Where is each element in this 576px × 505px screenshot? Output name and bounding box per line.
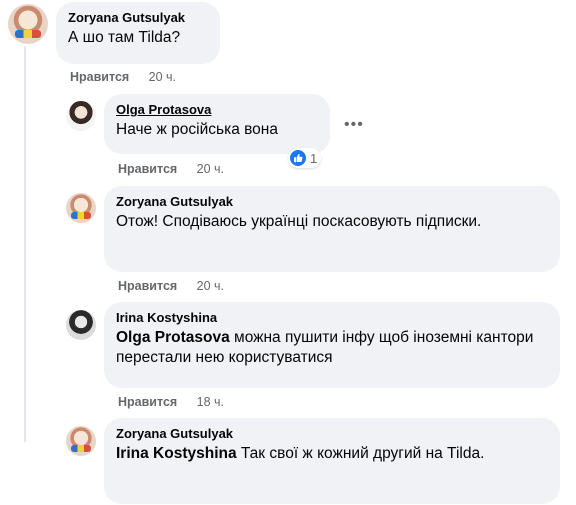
- avatar[interactable]: [66, 193, 96, 223]
- like-button[interactable]: Нравится: [70, 70, 129, 84]
- like-button[interactable]: Нравится: [118, 162, 177, 176]
- reaction-count: 1: [310, 150, 318, 166]
- comment-author[interactable]: Zoryana Gutsulyak: [68, 10, 208, 26]
- avatar[interactable]: [66, 426, 96, 456]
- comment-text: Olga Protasova можна пушити інфу щоб іно…: [116, 328, 556, 368]
- like-button[interactable]: Нравится: [118, 395, 177, 409]
- comment-bubble: Zoryana Gutsulyak Отож! Сподіваюсь украї…: [104, 186, 560, 272]
- comment-text: Наче ж російська вона: [116, 121, 278, 138]
- comment-bubble: Olga Protasova Наче ж російська вона: [104, 94, 330, 154]
- comment-author[interactable]: Zoryana Gutsulyak: [116, 194, 548, 210]
- comment-body: Так свої ж кожний другий на Tilda.: [240, 445, 485, 462]
- comment-text: Irina Kostyshina Так свої ж кожний други…: [116, 444, 526, 464]
- comment-text: Отож! Сподіваюсь українці поскасовують п…: [116, 213, 482, 230]
- comment-author[interactable]: Irina Kostyshina: [116, 310, 548, 326]
- comment-bubble: Zoryana Gutsulyak А шо там Tilda?: [56, 2, 220, 64]
- comment-bubble: Zoryana Gutsulyak Irina Kostyshina Так с…: [104, 418, 560, 504]
- avatar[interactable]: [66, 101, 96, 131]
- comment-actions: Нравится 20 ч.: [70, 69, 176, 85]
- avatar[interactable]: [66, 310, 96, 340]
- like-reaction-icon: [290, 150, 306, 166]
- comment-author[interactable]: Olga Protasova: [116, 102, 318, 118]
- comment-bubble: Irina Kostyshina Olga Protasova можна пу…: [104, 302, 560, 388]
- comment-timestamp[interactable]: 20 ч.: [149, 70, 176, 84]
- comment-timestamp[interactable]: 18 ч.: [197, 395, 224, 409]
- mention-link[interactable]: Irina Kostyshina: [116, 445, 237, 462]
- comment-actions: Нравится 20 ч.: [118, 161, 224, 177]
- avatar[interactable]: [8, 4, 48, 44]
- thread-line: [24, 46, 26, 442]
- comment-author[interactable]: Zoryana Gutsulyak: [116, 426, 548, 442]
- comment-actions: Нравится 18 ч.: [118, 394, 224, 410]
- like-button[interactable]: Нравится: [118, 279, 177, 293]
- reaction-summary[interactable]: 1: [288, 148, 322, 168]
- comment-actions: Нравится 20 ч.: [118, 278, 224, 294]
- mention-link[interactable]: Olga Protasova: [116, 329, 230, 346]
- comment-timestamp[interactable]: 20 ч.: [197, 279, 224, 293]
- more-options-icon[interactable]: •••: [344, 116, 364, 134]
- comment-timestamp[interactable]: 20 ч.: [197, 162, 224, 176]
- comment-text: А шо там Tilda?: [68, 29, 181, 46]
